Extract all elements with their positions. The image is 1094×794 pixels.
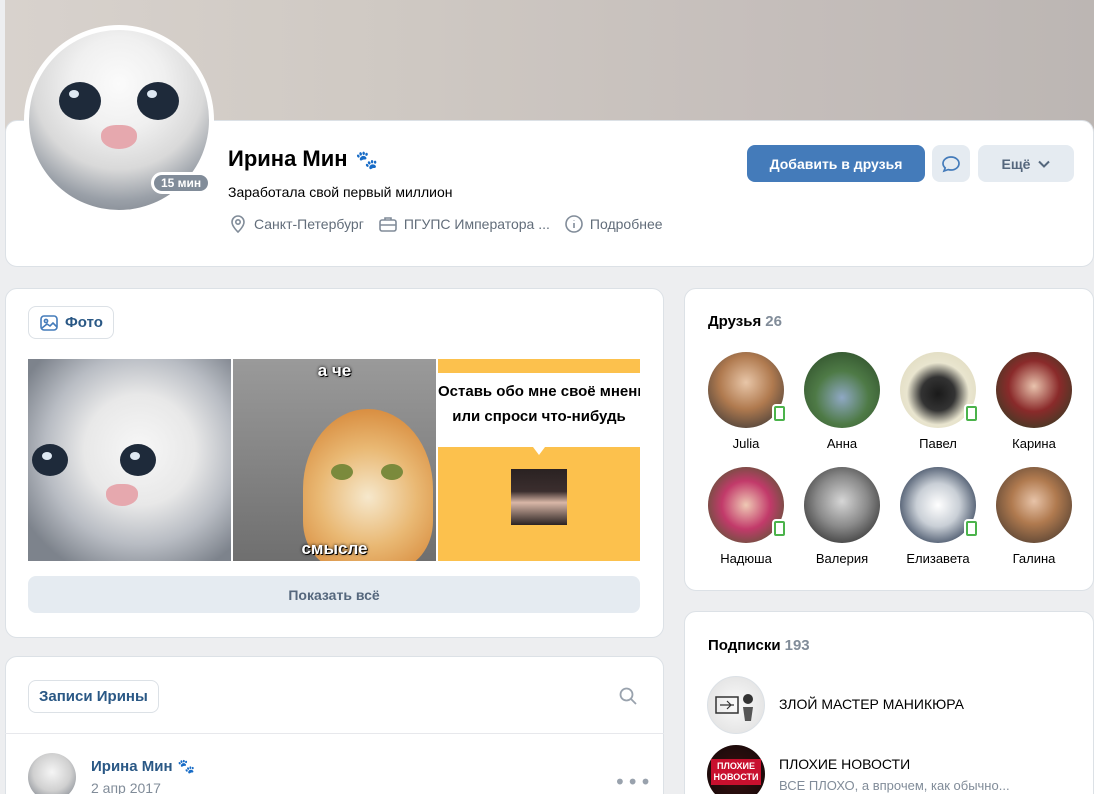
post-author-name: Ирина Мин — [91, 758, 173, 775]
message-button[interactable] — [932, 145, 970, 182]
subscription-name[interactable]: ЗЛОЙ МАСТЕР МАНИКЮРА — [779, 696, 964, 712]
friend-name: Анна — [826, 436, 858, 451]
info-work-text: ПГУПС Императора ... — [403, 216, 550, 232]
photo3-line2: или спроси что-нибудь — [452, 408, 626, 425]
tab-photos[interactable]: Фото — [28, 306, 114, 339]
info-circle-icon — [565, 215, 583, 233]
friend-name: Павел — [919, 436, 957, 451]
subscription-description: ВСЕ ПЛОХО, а впрочем, как обычно... — [779, 778, 1010, 793]
profile-name-text: Ирина Мин — [228, 146, 348, 171]
mobile-icon — [964, 519, 978, 537]
friend-avatar — [900, 352, 978, 428]
friend-avatar — [996, 467, 1072, 543]
tab-photos-label: Фото — [65, 314, 103, 331]
more-button-label: Ещё — [1001, 155, 1031, 172]
profile-name: Ирина Мин 🐾 — [228, 146, 378, 172]
search-icon[interactable] — [618, 686, 638, 706]
subscriptions-count: 193 — [784, 637, 810, 654]
friend-name: Валерия — [815, 551, 869, 566]
friend-name: Галина — [1012, 551, 1056, 566]
avatar-cat-eye-left — [59, 82, 101, 120]
friend-item[interactable]: Елизавета — [893, 467, 983, 566]
photo3-line1: Оставь обо мне своё мнение — [438, 383, 640, 400]
photo1-cat-eye-right — [120, 444, 156, 476]
meme2-bottom-text: смысле — [301, 539, 368, 558]
friend-name: Надюша — [720, 551, 772, 566]
avatar-cat-nose — [101, 125, 137, 149]
friend-name: Julia — [732, 436, 760, 451]
friend-item[interactable]: Галина — [989, 467, 1079, 566]
subscription-name[interactable]: ПЛОХИЕ НОВОСТИ — [779, 756, 910, 772]
friends-title[interactable]: Друзья 26 — [708, 313, 782, 330]
tab-wall-posts-label: Записи Ирины — [39, 688, 148, 705]
image-icon — [40, 314, 58, 331]
subscription-avatar[interactable] — [707, 676, 765, 734]
photo1-cat-eye-left — [32, 444, 68, 476]
mobile-icon — [772, 404, 786, 422]
online-status-badge: 15 мин — [151, 172, 212, 194]
friend-item[interactable]: Павел — [893, 352, 983, 451]
avatar-cat-eye-right — [137, 82, 179, 120]
post-author[interactable]: Ирина Мин 🐾 — [91, 758, 195, 775]
photo1-cat-nose — [106, 484, 138, 506]
friend-name: Елизавета — [906, 551, 970, 566]
meme2-top-text: а че — [317, 361, 352, 380]
tab-wall-posts[interactable]: Записи Ирины — [28, 680, 159, 713]
info-details[interactable]: Подробнее — [564, 214, 663, 234]
profile-info-row: Санкт-Петербург ПГУПС Императора ... Под… — [228, 214, 663, 234]
photo-1[interactable] — [28, 359, 231, 561]
friend-avatar — [996, 352, 1072, 428]
friend-item[interactable]: Надюша — [701, 467, 791, 566]
friend-item[interactable]: Валерия — [797, 467, 887, 566]
friend-item[interactable]: Julia — [701, 352, 791, 451]
friend-avatar — [804, 352, 880, 428]
bad-news-logo-text: ПЛОХИЕ НОВОСТИ — [711, 759, 761, 785]
info-work[interactable]: ПГУПС Императора ... — [378, 214, 550, 234]
post-author-avatar[interactable] — [28, 753, 76, 794]
show-all-photos-button[interactable]: Показать всё — [28, 576, 640, 613]
location-pin-icon — [231, 215, 245, 234]
friends-title-text: Друзья — [708, 313, 762, 330]
photo2-cat-eye-left — [331, 464, 353, 480]
friends-count: 26 — [765, 313, 782, 330]
subscriptions-title[interactable]: Подписки 193 — [708, 637, 810, 654]
friend-avatar — [900, 467, 978, 543]
message-bubble-icon — [942, 155, 960, 172]
paw-icon: 🐾 — [177, 758, 195, 774]
friend-avatar — [708, 352, 786, 428]
wall-divider — [5, 733, 664, 734]
more-button[interactable]: Ещё — [978, 145, 1074, 182]
photo-2[interactable]: а че смысле — [233, 359, 436, 561]
profile-status: Заработала свой первый миллион — [228, 184, 453, 200]
friend-item[interactable]: Карина — [989, 352, 1079, 451]
more-dots-icon[interactable]: ••• — [614, 770, 652, 794]
info-city[interactable]: Санкт-Петербург — [228, 214, 364, 234]
photo-3[interactable]: Оставь обо мне своё мнение или спроси чт… — [438, 359, 640, 561]
photo3-speech-tail — [533, 447, 545, 455]
briefcase-icon — [379, 217, 397, 232]
friend-item[interactable]: Анна — [797, 352, 887, 451]
friend-avatar — [804, 467, 880, 543]
paw-icon: 🐾 — [355, 150, 378, 170]
friend-avatar — [708, 467, 786, 543]
mobile-icon — [772, 519, 786, 537]
photo2-cat-eye-right — [381, 464, 403, 480]
post-date[interactable]: 2 апр 2017 — [91, 780, 161, 794]
subscription-avatar[interactable]: ПЛОХИЕ НОВОСТИ — [707, 745, 765, 794]
info-details-text: Подробнее — [589, 216, 663, 232]
chevron-down-icon — [1038, 160, 1051, 168]
photo3-portrait — [511, 469, 567, 525]
photo3-text: Оставь обо мне своё мнение или спроси чт… — [438, 379, 640, 429]
subscriptions-title-text: Подписки — [708, 637, 781, 654]
mobile-icon — [964, 404, 978, 422]
info-city-text: Санкт-Петербург — [254, 216, 364, 232]
manicure-logo-icon — [715, 694, 753, 721]
friend-name: Карина — [1012, 436, 1056, 451]
add-friend-button[interactable]: Добавить в друзья — [747, 145, 925, 182]
